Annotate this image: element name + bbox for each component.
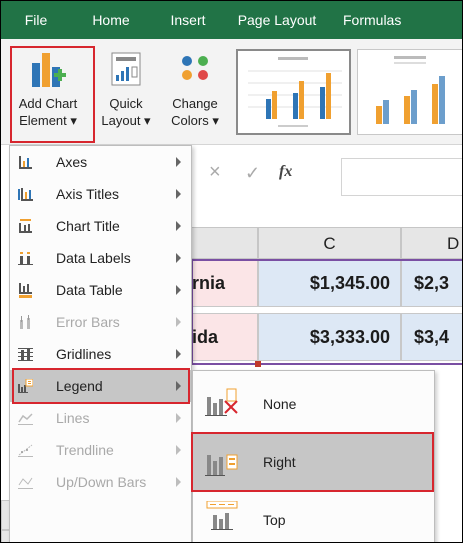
add-chart-element-menu: Axes Axis Titles Chart Title Data Labels… xyxy=(9,145,192,542)
submenu-arrow-icon xyxy=(176,413,181,423)
axes-icon xyxy=(19,156,32,169)
tab-page-layout[interactable]: Page Layout xyxy=(225,1,329,39)
submenu-item-top[interactable]: Top xyxy=(193,491,434,542)
tab-home[interactable]: Home xyxy=(71,1,151,39)
legend-none-icon xyxy=(205,388,238,416)
column-header-b[interactable] xyxy=(191,227,258,259)
add-chart-element-highlight xyxy=(10,46,95,143)
data-labels-icon xyxy=(18,252,33,265)
submenu-item-none[interactable]: None xyxy=(193,375,434,433)
menu-item-data-labels[interactable]: Data Labels xyxy=(10,242,191,274)
data-table-icon xyxy=(19,283,32,298)
excel-window: File Home Insert Page Layout Formulas Ad… xyxy=(0,0,463,543)
chart-style-1-preview-icon xyxy=(248,57,342,127)
change-colors-icon xyxy=(182,56,208,80)
submenu-arrow-icon xyxy=(176,317,181,327)
submenu-arrow-icon xyxy=(176,157,181,167)
formula-input[interactable] xyxy=(341,158,462,196)
change-colors-button[interactable]: Change Colors ▾ xyxy=(164,43,226,143)
chart-style-thumbnail-1[interactable] xyxy=(236,49,351,135)
tab-formulas[interactable]: Formulas xyxy=(329,1,462,39)
legend-right-highlight xyxy=(191,432,434,492)
chart-data-range-handle[interactable] xyxy=(255,361,261,367)
error-bars-icon xyxy=(20,315,30,329)
trendline-icon xyxy=(18,444,33,457)
tab-insert[interactable]: Insert xyxy=(151,1,225,39)
quick-layout-icon xyxy=(111,52,141,86)
chart-style-2-preview-icon xyxy=(376,56,445,124)
lines-icon xyxy=(18,413,33,425)
axis-titles-icon xyxy=(18,188,33,201)
menu-item-data-table[interactable]: Data Table xyxy=(10,274,191,306)
tab-file[interactable]: File xyxy=(1,1,71,39)
submenu-arrow-icon xyxy=(176,477,181,487)
submenu-arrow-icon xyxy=(176,445,181,455)
menu-item-chart-title[interactable]: Chart Title xyxy=(10,210,191,242)
legend-top-icon xyxy=(206,501,238,530)
gridlines-icon xyxy=(18,348,33,361)
column-header-d[interactable]: D xyxy=(401,227,462,259)
up-down-bars-icon xyxy=(18,477,33,489)
submenu-arrow-icon xyxy=(176,349,181,359)
menu-item-trendline: Trendline xyxy=(10,434,191,466)
legend-highlight xyxy=(12,368,190,404)
menu-item-gridlines[interactable]: Gridlines xyxy=(10,338,191,370)
menu-item-error-bars: Error Bars xyxy=(10,306,191,338)
formula-bar-enter[interactable]: ✓ xyxy=(245,163,260,184)
submenu-arrow-icon xyxy=(176,285,181,295)
ribbon: Add Chart Element ▾ Quick Layout ▾ Chang… xyxy=(1,39,462,145)
submenu-arrow-icon xyxy=(176,221,181,231)
chart-style-thumbnail-2[interactable] xyxy=(357,49,462,135)
chart-data-range-border xyxy=(191,259,462,365)
menu-item-axis-titles[interactable]: Axis Titles xyxy=(10,178,191,210)
chart-title-icon xyxy=(19,219,32,233)
ribbon-tab-bar: File Home Insert Page Layout Formulas xyxy=(1,1,462,39)
submenu-arrow-icon xyxy=(176,189,181,199)
submenu-arrow-icon xyxy=(176,253,181,263)
formula-bar-fx[interactable]: fx xyxy=(279,163,292,181)
formula-bar-cancel[interactable]: × xyxy=(209,161,221,184)
menu-item-axes[interactable]: Axes xyxy=(10,146,191,178)
menu-item-up-down-bars: Up/Down Bars xyxy=(10,466,191,498)
quick-layout-button[interactable]: Quick Layout ▾ xyxy=(96,43,156,143)
column-header-c[interactable]: C xyxy=(258,227,401,259)
menu-item-lines: Lines xyxy=(10,402,191,434)
